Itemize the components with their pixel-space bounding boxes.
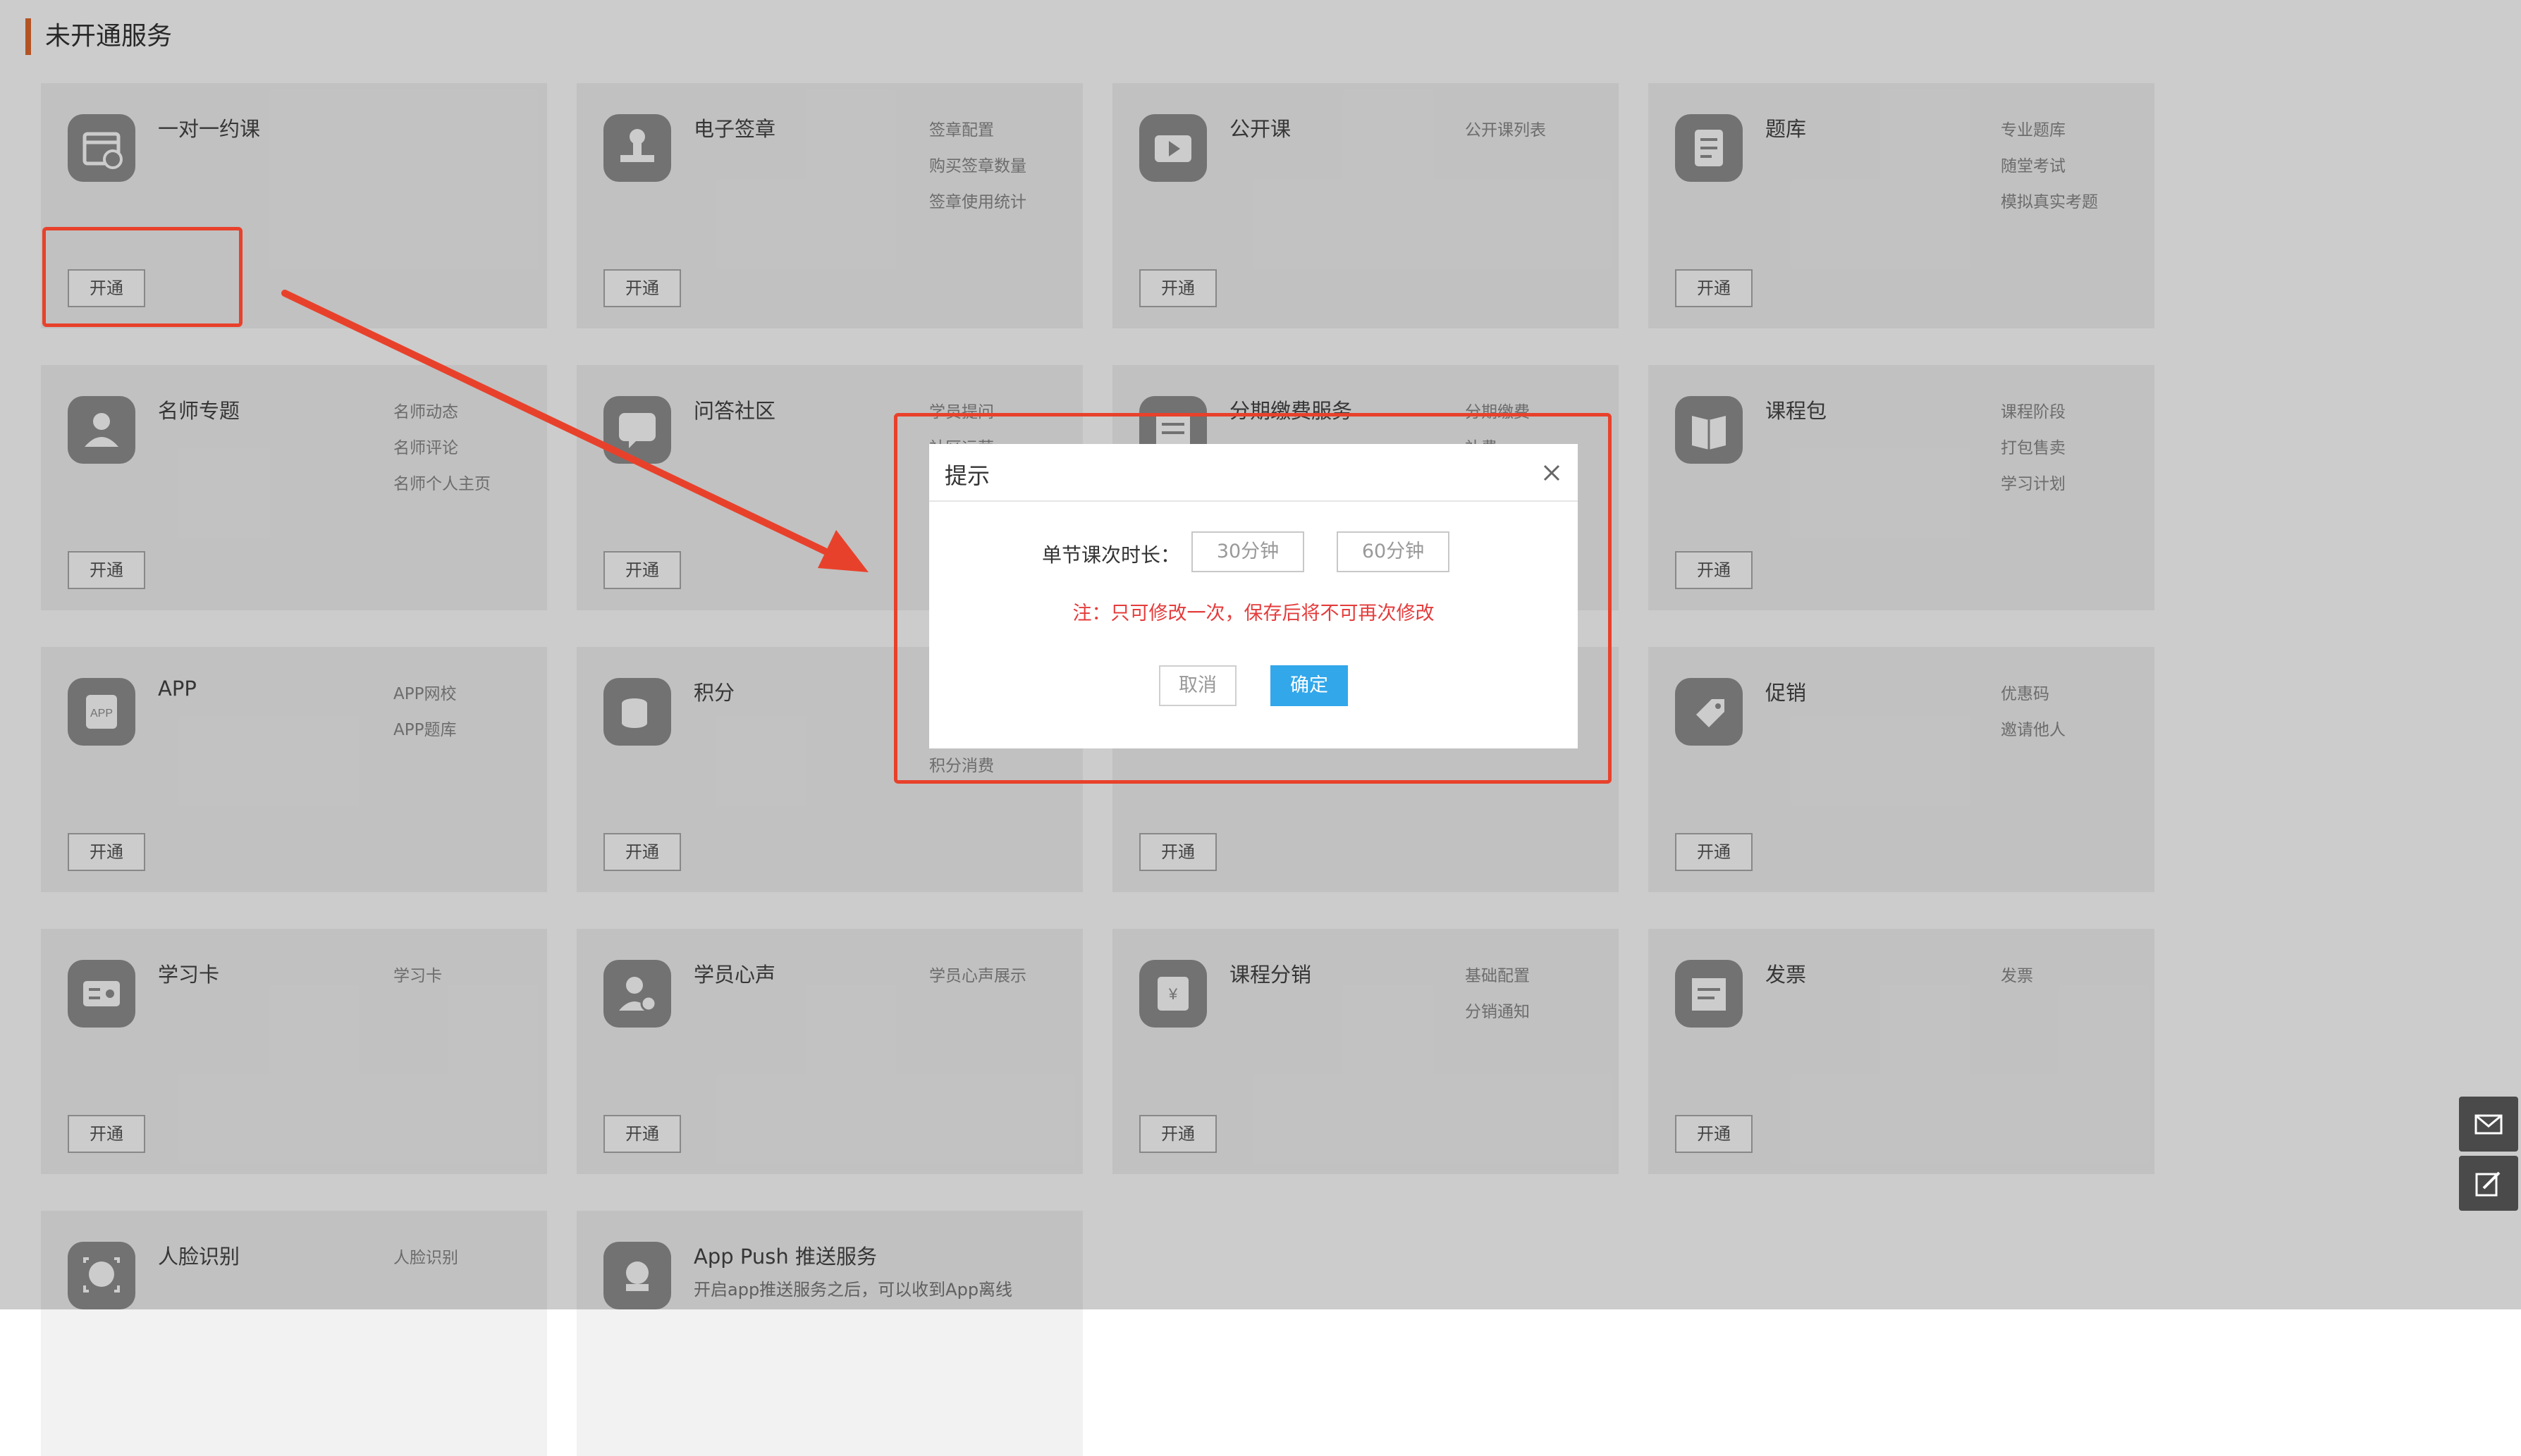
side-toolbar — [2459, 1097, 2518, 1215]
annotation-layer — [0, 0, 2521, 1309]
mail-icon[interactable] — [2459, 1097, 2518, 1152]
annotation-arrow — [281, 290, 869, 572]
page: 未开通服务 一对一约课 开通 电子签章 签章配置 购买签章数量 签章使用统计 开通 公开课 公开… — [0, 0, 2521, 1456]
edit-icon[interactable] — [2459, 1156, 2518, 1211]
